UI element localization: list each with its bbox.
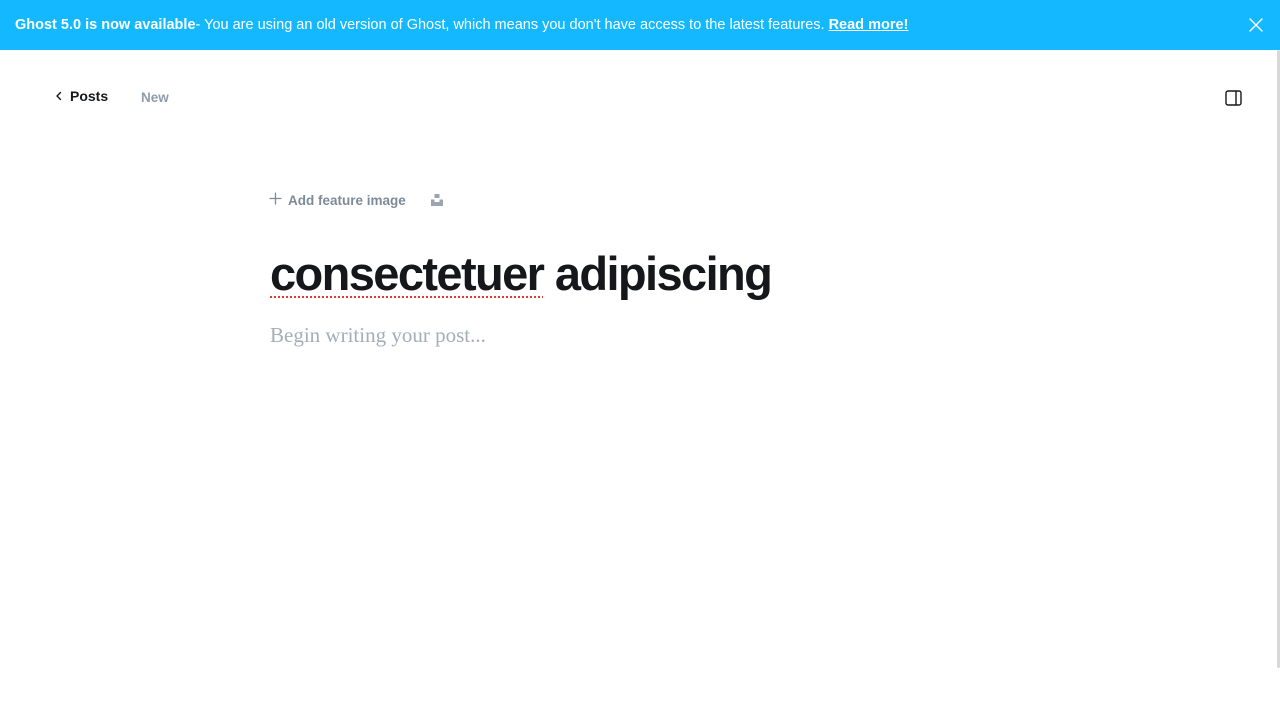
add-feature-image-label: Add feature image [288, 192, 406, 208]
editor-header: Posts New [0, 50, 1276, 146]
post-status: New [141, 90, 169, 105]
post-body-editor[interactable]: Begin writing your post... [270, 323, 486, 348]
feature-image-row: Add feature image [269, 192, 444, 208]
plus-icon [269, 192, 282, 208]
sidebar-toggle-icon[interactable] [1225, 90, 1243, 106]
back-to-posts-link[interactable]: Posts [54, 88, 108, 104]
add-feature-image-button[interactable]: Add feature image [269, 192, 406, 208]
banner-message: - You are using an old version of Ghost,… [195, 17, 825, 33]
unsplash-icon[interactable] [430, 193, 444, 207]
close-icon[interactable] [1246, 15, 1266, 35]
read-more-link[interactable]: Read more! [829, 17, 909, 33]
chevron-left-icon [54, 88, 64, 104]
upgrade-banner: Ghost 5.0 is now available - You are usi… [0, 0, 1280, 50]
back-label: Posts [70, 88, 109, 104]
banner-headline: Ghost 5.0 is now available [15, 17, 196, 33]
post-title-rest: adipiscing [543, 247, 773, 300]
post-title-misspelled-word: consectetuer [270, 247, 545, 300]
post-title[interactable]: consectetuer adipiscing [270, 246, 773, 301]
